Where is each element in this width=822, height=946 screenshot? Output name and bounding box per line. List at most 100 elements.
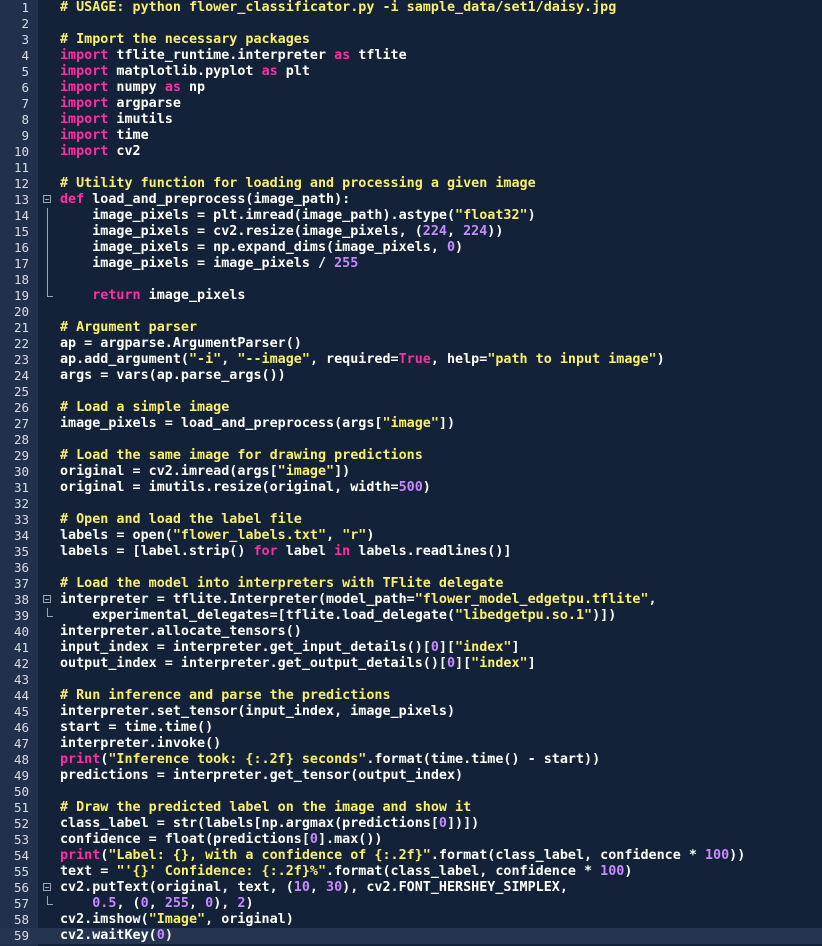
- fold-guide-icon: [43, 256, 55, 272]
- code-line[interactable]: 22 ap = argparse.ArgumentParser(): [0, 336, 822, 352]
- code-line[interactable]: 36: [0, 560, 822, 576]
- line-number: 29: [13, 448, 29, 463]
- code-line[interactable]: 6 import numpy as np: [0, 80, 822, 96]
- code-line[interactable]: 45 interpreter.set_tensor(input_index, im…: [0, 704, 822, 720]
- code-token: cv2.imshow(: [60, 912, 149, 927]
- code-line[interactable]: 2: [0, 16, 822, 32]
- code-token: # Import the necessary packages: [60, 32, 310, 47]
- code-line[interactable]: 19 return image_pixels: [0, 288, 822, 304]
- code-line[interactable]: 50: [0, 784, 822, 800]
- code-line[interactable]: 46 start = time.time(): [0, 720, 822, 736]
- code-line[interactable]: 59 cv2.waitKey(0): [0, 928, 822, 944]
- code-line[interactable]: 47 interpreter.invoke(): [0, 736, 822, 752]
- code-line[interactable]: 30 original = cv2.imread(args["image"]): [0, 464, 822, 480]
- code-token: import: [60, 48, 109, 63]
- code-line[interactable]: 15 image_pixels = cv2.resize(image_pixel…: [0, 224, 822, 240]
- code-line[interactable]: 58 cv2.imshow("Image", original): [0, 912, 822, 928]
- line-number: 2: [21, 16, 29, 31]
- code-line[interactable]: 42 output_index = interpreter.get_output_…: [0, 656, 822, 672]
- line-number: 20: [13, 304, 29, 319]
- code-line[interactable]: 24 args = vars(ap.parse_args()): [0, 368, 822, 384]
- code-line[interactable]: 38 interpreter = tflite.Interpreter(model…: [0, 592, 822, 608]
- code-line[interactable]: 7 import argparse: [0, 96, 822, 112]
- code-line[interactable]: 1 # USAGE: python flower_classificator.py…: [0, 0, 822, 16]
- code-token: ,: [326, 528, 343, 543]
- code-line[interactable]: 27 image_pixels = load_and_preprocess(arg…: [0, 416, 822, 432]
- code-line[interactable]: 52 class_label = str(labels[np.argmax(pre…: [0, 816, 822, 832]
- line-number: 14: [13, 208, 29, 223]
- code-token: "image": [382, 416, 439, 431]
- code-token: 0: [446, 240, 456, 255]
- code-token: True: [398, 352, 431, 367]
- code-line[interactable]: 9 import time: [0, 128, 822, 144]
- line-code: import tflite_runtime.interpreter as tfl…: [60, 48, 407, 64]
- line-code: print("Inference took: {:.2f} seconds".f…: [60, 752, 600, 768]
- code-token: ])]): [446, 816, 480, 831]
- code-line[interactable]: 49 predictions = interpreter.get_tensor(o…: [0, 768, 822, 784]
- code-line[interactable]: 10 import cv2: [0, 144, 822, 160]
- code-line[interactable]: 8 import imutils: [0, 112, 822, 128]
- code-token: imutils: [108, 112, 173, 127]
- code-line[interactable]: 34 labels = open("flower_labels.txt", "r"…: [0, 528, 822, 544]
- code-token: load_and_preprocess(image_path):: [84, 192, 351, 207]
- code-line[interactable]: 43: [0, 672, 822, 688]
- fold-toggle-icon[interactable]: [43, 880, 55, 896]
- code-line[interactable]: 39 experimental_delegates=[tflite.load_d…: [0, 608, 822, 624]
- code-line[interactable]: 14 image_pixels = plt.imread(image_path)…: [0, 208, 822, 224]
- line-code: args = vars(ap.parse_args()): [60, 368, 286, 384]
- code-line[interactable]: 41 input_index = interpreter.get_input_de…: [0, 640, 822, 656]
- line-code: interpreter.invoke(): [60, 736, 221, 752]
- code-line[interactable]: 23 ap.add_argument("-i", "--image", requi…: [0, 352, 822, 368]
- code-token: "Image": [148, 912, 206, 927]
- code-line[interactable]: 3 # Import the necessary packages: [0, 32, 822, 48]
- code-line[interactable]: 31 original = imutils.resize(original, wi…: [0, 480, 822, 496]
- code-line[interactable]: 51 # Draw the predicted label on the imag…: [0, 800, 822, 816]
- code-lines[interactable]: 1 # USAGE: python flower_classificator.py…: [0, 0, 822, 944]
- line-number: 21: [13, 320, 29, 335]
- code-line[interactable]: 17 image_pixels = image_pixels / 255: [0, 256, 822, 272]
- code-line[interactable]: 44 # Run inference and parse the predicti…: [0, 688, 822, 704]
- code-line[interactable]: 40 interpreter.allocate_tensors(): [0, 624, 822, 640]
- code-line[interactable]: 56 cv2.putText(original, text, (10, 30), …: [0, 880, 822, 896]
- code-token: image_pixels = load_and_preprocess(args[: [60, 416, 383, 431]
- code-token: 255: [164, 896, 189, 911]
- code-token: "libedgetpu.so.1": [455, 608, 593, 623]
- fold-toggle-icon[interactable]: [43, 192, 55, 208]
- code-line[interactable]: 55 text = "'{}' Confidence: {:.2f}%".form…: [0, 864, 822, 880]
- code-line[interactable]: 37 # Load the model into interpreters wit…: [0, 576, 822, 592]
- line-code: 0.5, (0, 255, 0), 2): [60, 896, 253, 912]
- fold-toggle-icon[interactable]: [43, 592, 55, 608]
- code-line[interactable]: 20: [0, 304, 822, 320]
- line-code: output_index = interpreter.get_output_de…: [60, 656, 536, 672]
- line-code: print("Label: {}, with a confidence of {…: [60, 848, 745, 864]
- line-number: 25: [13, 384, 29, 399]
- code-token: 0: [309, 832, 318, 847]
- code-line[interactable]: 11: [0, 160, 822, 176]
- line-code: labels = [label.strip() for label in lab…: [60, 544, 511, 560]
- code-line[interactable]: 32: [0, 496, 822, 512]
- code-line[interactable]: 29 # Load the same image for drawing pred…: [0, 448, 822, 464]
- code-line[interactable]: 54 print("Label: {}, with a confidence of…: [0, 848, 822, 864]
- code-token: image_pixels = plt.imread(image_path).as…: [60, 208, 456, 223]
- code-line[interactable]: 35 labels = [label.strip() for label in l…: [0, 544, 822, 560]
- code-line[interactable]: 21 # Argument parser: [0, 320, 822, 336]
- code-token: "image": [277, 464, 335, 479]
- code-token: 0: [140, 896, 149, 911]
- code-editor[interactable]: 1 # USAGE: python flower_classificator.py…: [0, 0, 822, 946]
- code-line[interactable]: 25: [0, 384, 822, 400]
- code-token: input_index = interpreter.get_input_deta…: [60, 640, 431, 655]
- code-line[interactable]: 28: [0, 432, 822, 448]
- code-line[interactable]: 26 # Load a simple image: [0, 400, 822, 416]
- code-line[interactable]: 57 0.5, (0, 255, 0), 2): [0, 896, 822, 912]
- code-line[interactable]: 48 print("Inference took: {:.2f} seconds"…: [0, 752, 822, 768]
- code-line[interactable]: 5 import matplotlib.pyplot as plt: [0, 64, 822, 80]
- code-line[interactable]: 33 # Open and load the label file: [0, 512, 822, 528]
- code-line[interactable]: 13 def load_and_preprocess(image_path):: [0, 192, 822, 208]
- code-token: ): [527, 208, 536, 223]
- code-line[interactable]: 12 # Utility function for loading and pro…: [0, 176, 822, 192]
- code-line[interactable]: 18: [0, 272, 822, 288]
- code-line[interactable]: 53 confidence = float(predictions[0].max(…: [0, 832, 822, 848]
- code-line[interactable]: 4 import tflite_runtime.interpreter as tf…: [0, 48, 822, 64]
- code-line[interactable]: 16 image_pixels = np.expand_dims(image_p…: [0, 240, 822, 256]
- code-token: 224: [422, 224, 447, 239]
